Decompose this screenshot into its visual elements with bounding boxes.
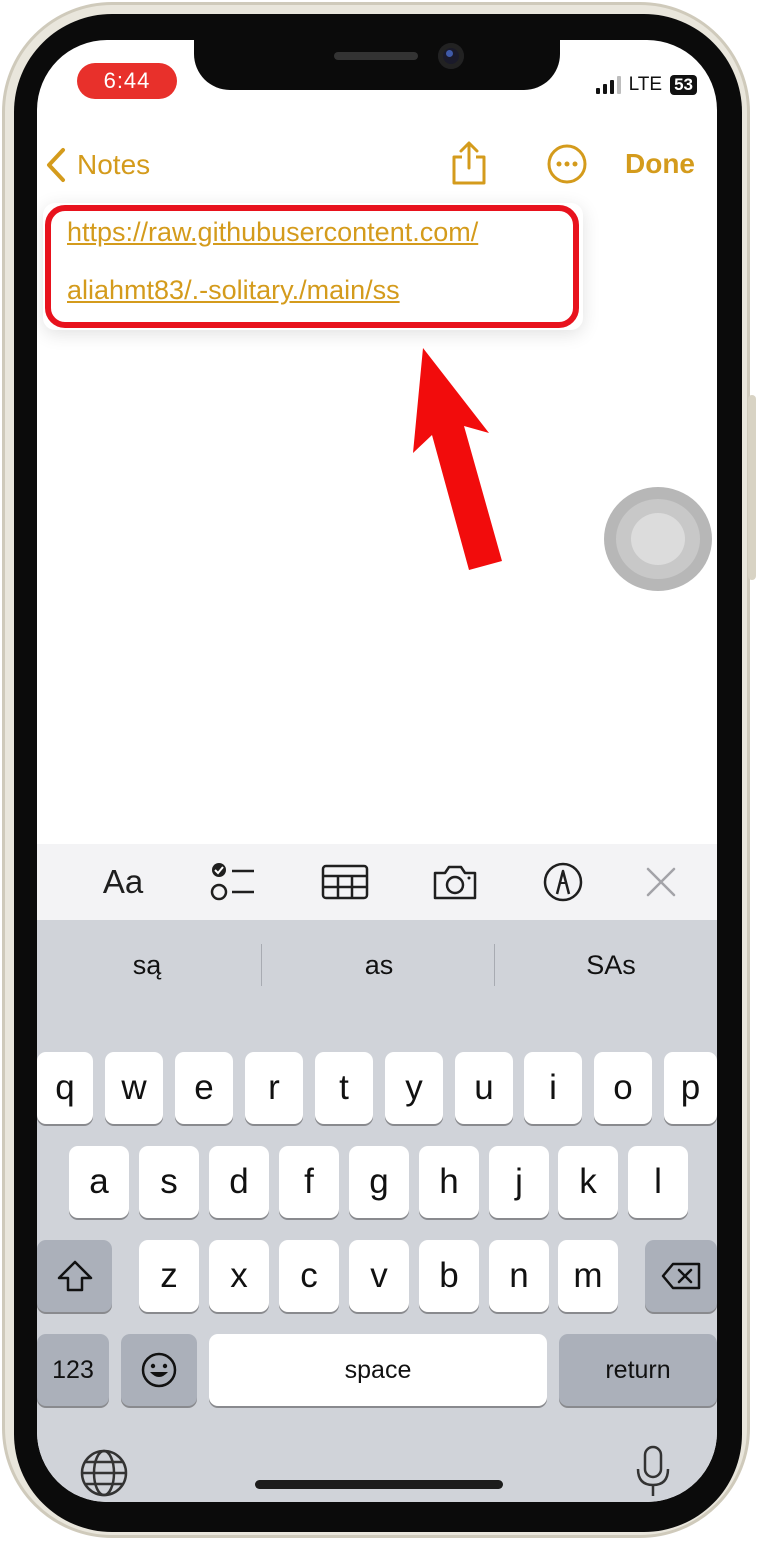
- close-toolbar-button[interactable]: [635, 858, 687, 906]
- camera-icon: [433, 865, 477, 900]
- key-z[interactable]: z: [139, 1240, 199, 1312]
- key-m[interactable]: m: [558, 1240, 618, 1312]
- key-g[interactable]: g: [349, 1146, 409, 1218]
- note-link-line-1[interactable]: https://raw.githubusercontent.com/: [67, 217, 478, 248]
- share-icon[interactable]: [449, 140, 489, 186]
- suggestion-3[interactable]: SAs: [531, 940, 691, 990]
- delete-key[interactable]: [645, 1240, 717, 1312]
- home-indicator[interactable]: [255, 1480, 503, 1489]
- key-s[interactable]: s: [139, 1146, 199, 1218]
- chevron-left-icon: [47, 148, 65, 182]
- key-o[interactable]: o: [594, 1052, 652, 1124]
- shift-icon: [57, 1260, 92, 1292]
- emoji-icon: [141, 1352, 177, 1388]
- key-j[interactable]: j: [489, 1146, 549, 1218]
- network-label: LTE: [628, 74, 663, 95]
- checklist-icon: [210, 863, 254, 901]
- markup-button[interactable]: [535, 858, 591, 906]
- close-icon: [646, 867, 676, 897]
- suggestion-divider: [494, 944, 495, 986]
- key-k[interactable]: k: [558, 1146, 618, 1218]
- camera-button[interactable]: [427, 858, 483, 906]
- status-indicators: LTE 53: [595, 73, 697, 97]
- battery-icon: 53: [670, 75, 697, 95]
- assistive-touch-button[interactable]: [604, 487, 712, 591]
- nav-bar: Notes Done: [37, 140, 717, 190]
- suggestion-1[interactable]: są: [67, 940, 227, 990]
- return-key[interactable]: return: [559, 1334, 717, 1406]
- space-key[interactable]: space: [209, 1334, 547, 1406]
- key-f[interactable]: f: [279, 1146, 339, 1218]
- notch: [194, 40, 560, 90]
- signal-icon: [595, 76, 621, 94]
- suggestion-2[interactable]: as: [299, 940, 459, 990]
- format-toolbar: Aa: [37, 844, 717, 920]
- key-e[interactable]: e: [175, 1052, 233, 1124]
- key-n[interactable]: n: [489, 1240, 549, 1312]
- back-button[interactable]: Notes: [45, 140, 150, 190]
- key-i[interactable]: i: [524, 1052, 582, 1124]
- front-camera: [438, 43, 464, 69]
- key-y[interactable]: y: [385, 1052, 443, 1124]
- suggestion-bar: są as SAs: [37, 920, 717, 1010]
- side-button: [748, 395, 756, 580]
- dictation-button[interactable]: [633, 1444, 673, 1500]
- table-icon: [321, 864, 369, 900]
- checklist-button[interactable]: [205, 858, 261, 906]
- note-link-line-2[interactable]: aliahmt83/.-solitary./main/ss: [67, 275, 400, 306]
- key-p[interactable]: p: [664, 1052, 717, 1124]
- key-v[interactable]: v: [349, 1240, 409, 1312]
- key-q[interactable]: q: [37, 1052, 93, 1124]
- key-b[interactable]: b: [419, 1240, 479, 1312]
- table-button[interactable]: [317, 858, 373, 906]
- key-l[interactable]: l: [628, 1146, 688, 1218]
- format-text-button[interactable]: Aa: [93, 858, 153, 906]
- key-u[interactable]: u: [455, 1052, 513, 1124]
- done-button[interactable]: Done: [625, 144, 695, 184]
- numbers-key[interactable]: 123: [37, 1334, 109, 1406]
- key-d[interactable]: d: [209, 1146, 269, 1218]
- key-t[interactable]: t: [315, 1052, 373, 1124]
- suggestion-divider: [261, 944, 262, 986]
- globe-button[interactable]: [79, 1448, 129, 1498]
- back-label: Notes: [77, 149, 151, 180]
- keyboard: są as SAs q w e r t y u i o p a s d f g …: [37, 920, 717, 1502]
- key-h[interactable]: h: [419, 1146, 479, 1218]
- key-a[interactable]: a: [69, 1146, 129, 1218]
- globe-icon: [80, 1449, 128, 1497]
- key-x[interactable]: x: [209, 1240, 269, 1312]
- status-time: 6:44: [77, 63, 177, 99]
- ellipsis-circle-icon[interactable]: [547, 144, 587, 184]
- key-r[interactable]: r: [245, 1052, 303, 1124]
- emoji-key[interactable]: [121, 1334, 197, 1406]
- microphone-icon: [636, 1445, 670, 1496]
- phone-screen: 6:44 LTE 53 Notes Done https://raw.githu…: [37, 40, 717, 1502]
- speaker-grille: [334, 52, 418, 60]
- key-w[interactable]: w: [105, 1052, 163, 1124]
- pen-markup-icon: [543, 862, 583, 902]
- delete-icon: [661, 1262, 701, 1290]
- key-c[interactable]: c: [279, 1240, 339, 1312]
- shift-key[interactable]: [37, 1240, 112, 1312]
